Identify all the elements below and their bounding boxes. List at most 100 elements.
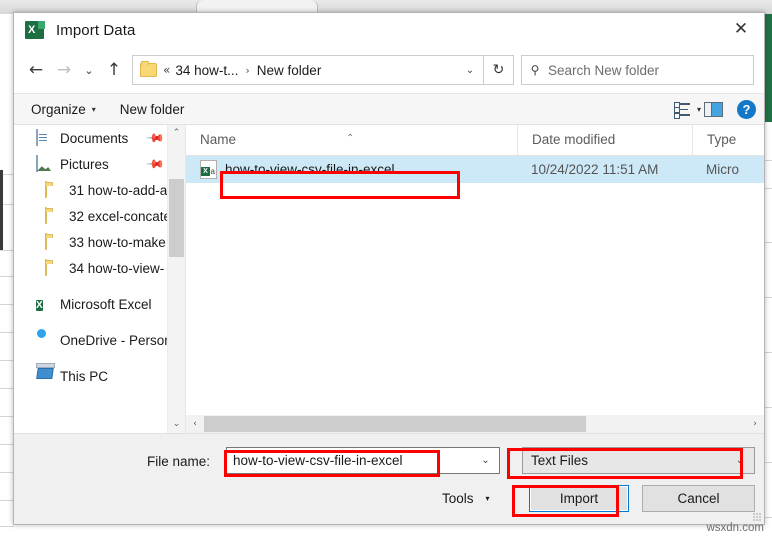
this-pc-icon: [36, 368, 53, 384]
dialog-body: Documents 📌 Pictures 📌 31 how-to-add-a 3…: [14, 125, 764, 433]
help-icon[interactable]: ?: [737, 99, 756, 119]
sidebar-item-label: OneDrive - Person: [60, 332, 172, 348]
navigation-bar: ← → ⌄ ↑ « 34 how-t... › New folder ⌄ ↻ ⚲…: [14, 47, 764, 93]
file-rows-container: how-to-view-csv-file-in-excel 10/24/2022…: [186, 156, 764, 415]
sidebar-item-label: Documents: [60, 130, 129, 146]
sidebar-item-label: 34 how-to-view-: [69, 260, 165, 276]
chevron-down-icon[interactable]: ⌄: [457, 65, 483, 76]
sidebar-item-folder-34[interactable]: 34 how-to-view-: [14, 255, 185, 281]
folder-icon: [45, 207, 62, 224]
forward-button[interactable]: →: [50, 56, 78, 84]
scroll-right-icon[interactable]: ›: [746, 415, 764, 433]
breadcrumb-segment-0[interactable]: 34 how-t...: [175, 63, 238, 78]
command-toolbar: Organize ▾ New folder ▾ ?: [14, 93, 764, 125]
search-icon: ⚲: [530, 63, 540, 77]
sidebar-item-label: Pictures: [60, 156, 109, 172]
tools-label: Tools: [442, 491, 474, 506]
excel-row-headers: [0, 14, 14, 537]
sidebar-item-label: This PC: [60, 368, 109, 384]
sidebar-divider: [14, 353, 185, 363]
sidebar-item-folder-31[interactable]: 31 how-to-add-a: [14, 177, 185, 203]
file-name-label: File name:: [147, 454, 211, 469]
pictures-icon: [36, 155, 53, 172]
table-row[interactable]: how-to-view-csv-file-in-excel 10/24/2022…: [186, 156, 764, 183]
chevron-down-icon[interactable]: ▾: [697, 105, 701, 114]
file-list-pane: Name ⌃ Date modified Type how-to-view-cs…: [185, 125, 764, 433]
dialog-footer: File name: how-to-view-csv-file-in-excel…: [14, 433, 764, 524]
toolbar-right-group: ▾ ?: [673, 99, 756, 119]
file-name-cell[interactable]: how-to-view-csv-file-in-excel: [186, 160, 517, 179]
scrollbar-thumb[interactable]: [169, 179, 184, 257]
view-options-icon[interactable]: [673, 101, 691, 119]
folder-icon: [45, 181, 62, 198]
screenshot-root: X Import Data ✕ ← → ⌄ ↑ « 34 how-t... › …: [0, 0, 772, 537]
file-type-cell: Micro: [706, 162, 739, 177]
sidebar-divider: [14, 317, 185, 327]
file-name-text: how-to-view-csv-file-in-excel: [225, 162, 395, 177]
sidebar-item-label: 33 how-to-make: [69, 234, 166, 250]
scroll-down-icon[interactable]: ⌄: [168, 416, 185, 433]
tools-button[interactable]: Tools ▾: [442, 486, 517, 511]
excel-icon: X: [25, 20, 45, 40]
search-box[interactable]: ⚲ Search New folder: [521, 55, 754, 85]
pin-icon[interactable]: 📌: [145, 128, 165, 148]
dialog-title: Import Data: [56, 21, 136, 39]
sidebar-divider: [14, 281, 185, 291]
sidebar-item-folder-32[interactable]: 32 excel-concate: [14, 203, 185, 229]
column-header-date-modified[interactable]: Date modified: [517, 125, 692, 155]
column-header-label: Name: [200, 132, 237, 147]
search-input[interactable]: Search New folder: [548, 63, 659, 78]
scroll-left-icon[interactable]: ‹: [186, 415, 204, 433]
dialog-titlebar: X Import Data ✕: [14, 13, 764, 47]
excel-icon: X: [36, 300, 43, 311]
sidebar-item-folder-33[interactable]: 33 how-to-make: [14, 229, 185, 255]
close-icon[interactable]: ✕: [718, 13, 764, 45]
address-bar[interactable]: « 34 how-t... › New folder ⌄: [132, 55, 484, 85]
chevron-down-icon[interactable]: ⌄: [472, 448, 499, 473]
breadcrumb-overflow-icon[interactable]: «: [163, 63, 170, 77]
cancel-button[interactable]: Cancel: [642, 485, 755, 512]
chevron-down-icon: ▾: [485, 494, 490, 503]
column-headers: Name ⌃ Date modified Type: [186, 125, 764, 156]
refresh-icon[interactable]: ↻: [484, 55, 514, 85]
folder-icon: [45, 233, 62, 250]
sidebar-item-documents[interactable]: Documents 📌: [14, 125, 185, 151]
import-button[interactable]: Import: [529, 485, 629, 512]
sidebar-item-label: 31 how-to-add-a: [69, 182, 168, 198]
scrollbar-thumb[interactable]: [204, 416, 586, 432]
file-type-value: Text Files: [531, 453, 589, 468]
csv-excel-file-icon: [200, 160, 217, 179]
chevron-down-icon: ▾: [91, 104, 96, 114]
folder-icon: [45, 259, 62, 276]
column-header-type[interactable]: Type: [692, 125, 764, 155]
recent-locations-button[interactable]: ⌄: [78, 56, 100, 84]
sidebar-item-onedrive[interactable]: OneDrive - Person: [14, 327, 185, 353]
column-header-name[interactable]: Name ⌃: [186, 125, 517, 155]
sidebar-scrollbar[interactable]: ⌃ ⌄: [167, 125, 185, 433]
chevron-down-icon[interactable]: ⌄: [726, 455, 754, 466]
scroll-up-icon[interactable]: ⌃: [168, 125, 185, 142]
file-name-input[interactable]: how-to-view-csv-file-in-excel: [227, 453, 403, 468]
organize-label: Organize: [31, 101, 86, 117]
preview-pane-icon[interactable]: [704, 101, 723, 117]
organize-button[interactable]: Organize ▾: [26, 97, 101, 121]
sidebar-item-pictures[interactable]: Pictures 📌: [14, 151, 185, 177]
watermark: wsxdn.com: [706, 522, 764, 534]
file-name-field[interactable]: how-to-view-csv-file-in-excel ⌄: [226, 447, 500, 474]
back-button[interactable]: ←: [22, 56, 50, 84]
sidebar-item-microsoft-excel[interactable]: X Microsoft Excel: [14, 291, 185, 317]
file-type-combo[interactable]: Text Files ⌄: [522, 447, 755, 474]
file-list-horizontal-scrollbar[interactable]: ‹ ›: [186, 415, 764, 433]
new-folder-label: New folder: [119, 101, 185, 117]
onedrive-icon: [36, 332, 53, 348]
up-one-level-button[interactable]: ↑: [100, 56, 128, 84]
sidebar-item-this-pc[interactable]: This PC: [14, 363, 185, 389]
navigation-pane: Documents 📌 Pictures 📌 31 how-to-add-a 3…: [14, 125, 185, 433]
folder-icon: [140, 61, 157, 77]
breadcrumb-separator-icon: ›: [245, 63, 250, 77]
breadcrumb-segment-1[interactable]: New folder: [257, 63, 322, 78]
pin-icon[interactable]: 📌: [145, 154, 165, 174]
file-date-cell: 10/24/2022 11:51 AM: [531, 162, 659, 177]
new-folder-button[interactable]: New folder: [115, 97, 190, 121]
resize-grip[interactable]: [753, 513, 762, 522]
